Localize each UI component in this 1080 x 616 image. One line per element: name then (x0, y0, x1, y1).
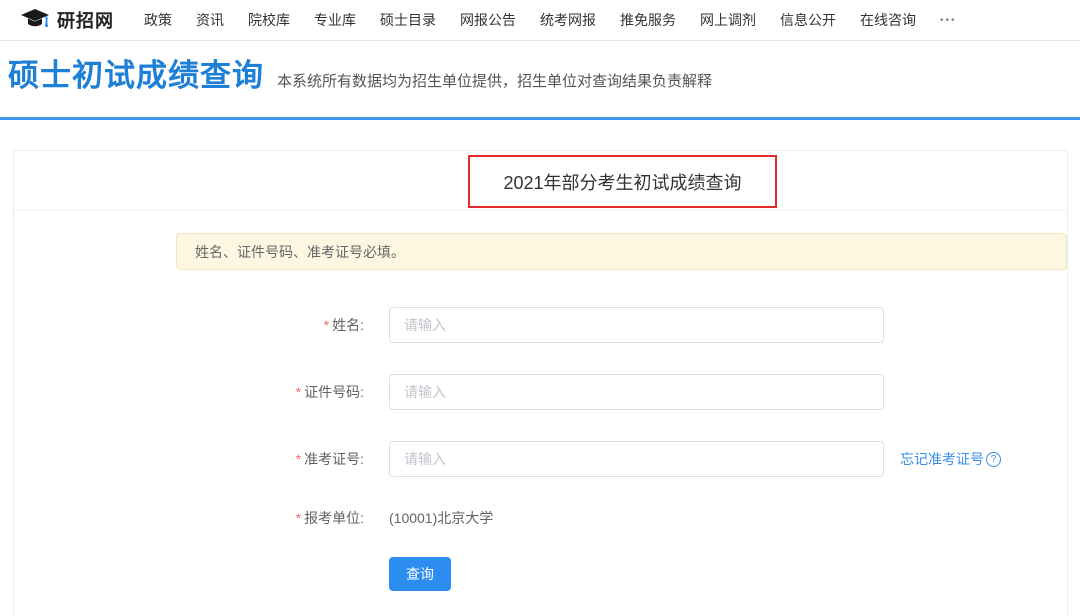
nav-item-exemption-service[interactable]: 推免服务 (620, 10, 676, 30)
graduation-cap-icon (20, 8, 50, 32)
red-highlight-box: 2021年部分考生初试成绩查询 (468, 155, 777, 208)
nav-item-application-notice[interactable]: 网报公告 (460, 10, 516, 30)
panel-header: 2021年部分考生初试成绩查询 (14, 151, 1067, 211)
required-mark: * (296, 384, 301, 400)
submit-row: 查询 (389, 557, 1067, 591)
required-mark: * (296, 451, 301, 467)
query-panel: 2021年部分考生初试成绩查询 姓名、证件号码、准考证号必填。 *姓名: *证件… (13, 150, 1068, 616)
nav-item-online-adjustment[interactable]: 网上调剂 (700, 10, 756, 30)
site-logo[interactable]: 研招网 (20, 7, 114, 33)
form-row-name: *姓名: (14, 307, 1067, 343)
nav-item-college-library[interactable]: 院校库 (248, 10, 290, 30)
name-label: *姓名: (14, 315, 364, 335)
site-logo-text: 研招网 (57, 7, 114, 33)
page-header: 硕士初试成绩查询 本系统所有数据均为招生单位提供，招生单位对查询结果负责解释 (0, 41, 1080, 117)
form-row-institution: *报考单位: (10001)北京大学 (14, 508, 1067, 528)
nav-item-major-library[interactable]: 专业库 (314, 10, 356, 30)
help-question-icon[interactable]: ? (986, 452, 1001, 467)
panel-body: 姓名、证件号码、准考证号必填。 *姓名: *证件号码: *准考证号: 忘记准考证… (14, 211, 1067, 591)
main-nav: 政策 资讯 院校库 专业库 硕士目录 网报公告 统考网报 推免服务 网上调剂 信… (144, 10, 957, 30)
page-subtitle: 本系统所有数据均为招生单位提供，招生单位对查询结果负责解释 (277, 70, 712, 91)
required-mark: * (324, 317, 329, 333)
id-number-input[interactable] (389, 374, 884, 410)
top-navigation-bar: 研招网 政策 资讯 院校库 专业库 硕士目录 网报公告 统考网报 推免服务 网上… (0, 0, 1080, 41)
institution-label: *报考单位: (14, 508, 364, 528)
header-divider-rule (0, 117, 1080, 120)
nav-item-online-consult[interactable]: 在线咨询 (860, 10, 916, 30)
exam-ticket-input[interactable] (389, 441, 884, 477)
nav-item-unified-exam-application[interactable]: 统考网报 (540, 10, 596, 30)
required-fields-alert: 姓名、证件号码、准考证号必填。 (176, 233, 1067, 270)
exam-ticket-label: *准考证号: (14, 449, 364, 469)
name-input[interactable] (389, 307, 884, 343)
id-number-label: *证件号码: (14, 382, 364, 402)
form-row-exam-ticket: *准考证号: 忘记准考证号? (14, 441, 1067, 477)
form-row-id-number: *证件号码: (14, 374, 1067, 410)
page-title: 硕士初试成绩查询 (8, 57, 264, 94)
institution-value: (10001)北京大学 (389, 508, 493, 528)
panel-title: 2021年部分考生初试成绩查询 (503, 169, 741, 195)
forgot-ticket-link[interactable]: 忘记准考证号? (900, 449, 1001, 469)
query-button[interactable]: 查询 (389, 557, 451, 591)
nav-item-policy[interactable]: 政策 (144, 10, 172, 30)
nav-more-menu-icon[interactable]: ••• (940, 15, 957, 26)
nav-item-info-disclosure[interactable]: 信息公开 (780, 10, 836, 30)
nav-item-masters-catalog[interactable]: 硕士目录 (380, 10, 436, 30)
required-mark: * (296, 510, 301, 526)
nav-item-news[interactable]: 资讯 (196, 10, 224, 30)
